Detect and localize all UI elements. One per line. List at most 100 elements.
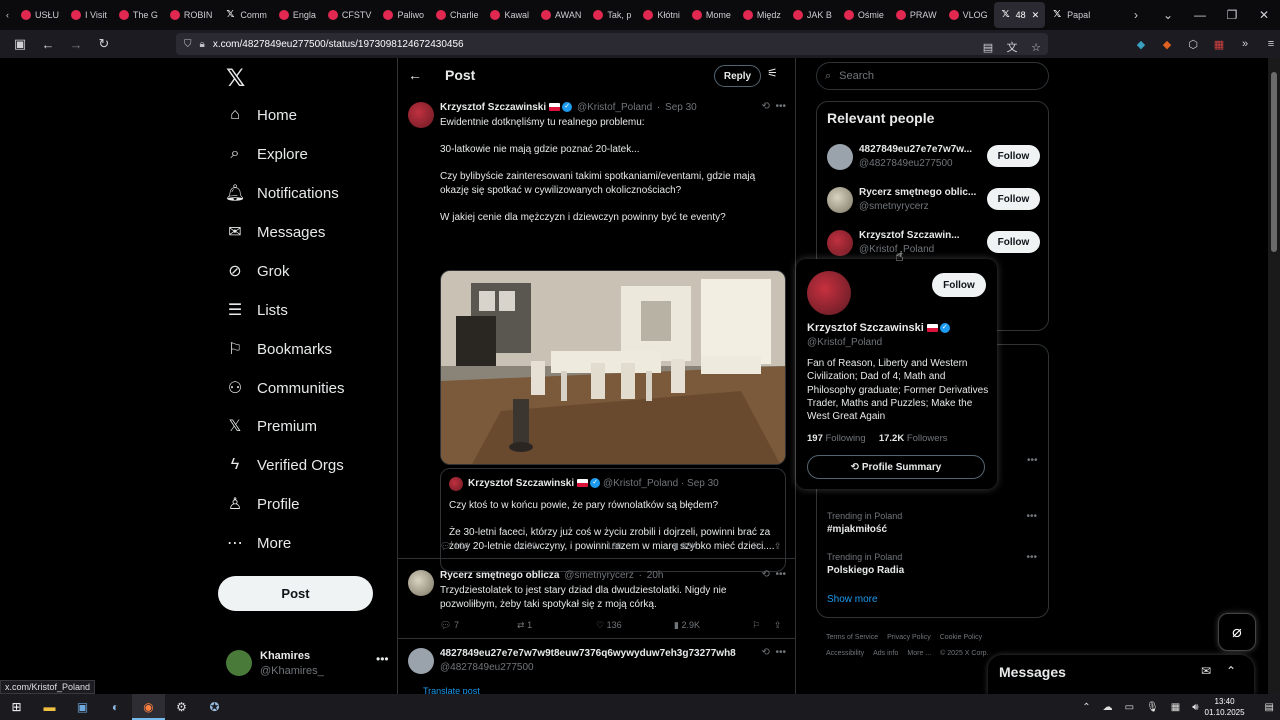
- close-tab-icon[interactable]: ✕: [1032, 10, 1040, 21]
- sidebar-item-communities[interactable]: ⚇ Communities: [224, 373, 345, 403]
- notifications-icon[interactable]: ▤: [1265, 702, 1274, 713]
- share-icon[interactable]: ⇪: [774, 620, 782, 631]
- cloud-icon[interactable]: ☁: [1103, 702, 1113, 713]
- footer-link[interactable]: © 2025 X Corp.: [940, 650, 988, 657]
- monitor-app-icon[interactable]: ▣: [66, 694, 99, 720]
- grok-fab-icon[interactable]: ⌀: [1218, 613, 1256, 651]
- grok-icon[interactable]: ⟲: [762, 101, 770, 112]
- reply-action[interactable]: 💬︎ 104: [440, 541, 469, 552]
- avatar[interactable]: [408, 102, 434, 128]
- browser-tab[interactable]: 𝕏 Comm: [218, 2, 273, 28]
- browser-tab[interactable]: AWAN: [535, 2, 587, 28]
- avatar[interactable]: [827, 187, 853, 213]
- more-dots-icon[interactable]: •••: [775, 101, 786, 112]
- expand-icon[interactable]: ⌃: [1226, 664, 1236, 678]
- browser-tab[interactable]: Paliwo: [377, 2, 430, 28]
- sidebar-item-verified-orgs[interactable]: ϟ Verified Orgs: [224, 450, 344, 480]
- footer-link[interactable]: Cookie Policy: [940, 634, 982, 641]
- tweet-author[interactable]: Krzysztof Szczawinski: [440, 102, 546, 113]
- sidebar-item-profile[interactable]: ♙ Profile: [224, 489, 300, 519]
- relevant-person[interactable]: 4827849eu27e7e7w7w... @4827849eu277500 Fol…: [817, 142, 1048, 182]
- windows-start-icon[interactable]: ⊞: [0, 694, 33, 720]
- reply-action[interactable]: 💬︎ 7: [440, 620, 459, 631]
- browser-tab[interactable]: ROBIN: [164, 2, 219, 28]
- grok-icon[interactable]: ⟲: [762, 569, 770, 580]
- person-name[interactable]: Rycerz smętnego oblic...: [859, 187, 979, 198]
- more-dots-icon[interactable]: •••: [376, 652, 389, 666]
- avatar[interactable]: [827, 144, 853, 170]
- views-action[interactable]: ▮ 88K: [674, 541, 697, 552]
- avatar[interactable]: [408, 570, 434, 596]
- forward-icon[interactable]: →: [64, 37, 88, 52]
- browser-tab[interactable]: CFSTV: [322, 2, 378, 28]
- browser-tab[interactable]: VLOG: [943, 2, 994, 28]
- microphone-icon[interactable]: 🎙︎: [1146, 702, 1159, 713]
- more-dots-icon[interactable]: •••: [1026, 511, 1037, 522]
- extension-shield-icon[interactable]: ◆: [1128, 38, 1154, 51]
- app-icon[interactable]: ✪: [198, 694, 231, 720]
- like-action[interactable]: ♡ 160: [596, 541, 622, 552]
- tweet-date[interactable]: Sep 30: [665, 102, 697, 113]
- extensions-icon[interactable]: ⬡: [1180, 38, 1206, 51]
- search-input[interactable]: Search: [839, 70, 874, 82]
- like-action[interactable]: ♡ 136: [596, 620, 622, 631]
- sidebar-item-bookmarks[interactable]: ⚐ Bookmarks: [224, 334, 332, 364]
- browser-tab[interactable]: PRAW: [890, 2, 943, 28]
- follow-button[interactable]: Follow: [987, 145, 1040, 167]
- tweet-handle[interactable]: @4827849eu277500: [440, 662, 534, 673]
- more-dots-icon[interactable]: •••: [1026, 552, 1037, 563]
- minimize-icon[interactable]: —: [1184, 8, 1216, 22]
- relevant-person[interactable]: Rycerz smętnego oblic... @smetnyrycerz Fol…: [817, 185, 1048, 225]
- trend-item[interactable]: Trending in Poland Polskiego Radia •••: [827, 552, 1037, 576]
- new-message-icon[interactable]: ✉: [1201, 664, 1211, 678]
- sidebar-item-lists[interactable]: ☰ Lists: [224, 295, 288, 325]
- account-switcher[interactable]: Khamires @Khamires_ •••: [226, 646, 389, 686]
- follow-button[interactable]: Follow: [987, 188, 1040, 210]
- footer-link[interactable]: Privacy Policy: [887, 634, 931, 641]
- sidebar-item-more[interactable]: ⋯ More: [224, 528, 291, 558]
- browser-tab[interactable]: 𝕏 Papal: [1045, 2, 1096, 28]
- browser-tab[interactable]: Kawal: [484, 2, 535, 28]
- more-dots-icon[interactable]: •••: [775, 569, 786, 580]
- browser-tab[interactable]: Mome: [686, 2, 737, 28]
- footer-link[interactable]: Ads info: [873, 650, 898, 657]
- person-name[interactable]: Krzysztof Szczawin...: [859, 230, 979, 241]
- sidebar-item-notifications[interactable]: 🔔︎ Notifications: [224, 178, 339, 208]
- footer-link[interactable]: Terms of Service: [826, 634, 878, 641]
- repost-action[interactable]: ⇄ 39: [517, 541, 537, 552]
- hovercard-handle[interactable]: @Kristof_Poland: [807, 337, 882, 348]
- lock-icon[interactable]: 🔒︎: [200, 39, 205, 50]
- browser-tab[interactable]: Tak, p: [587, 2, 637, 28]
- more-dots-icon[interactable]: •••: [775, 647, 786, 658]
- sidebar-item-messages[interactable]: ✉ Messages: [224, 217, 325, 247]
- close-window-icon[interactable]: ✕: [1248, 8, 1280, 22]
- profile-summary-button[interactable]: ⟲ Profile Summary: [807, 455, 985, 479]
- followers-link[interactable]: 17.2K Followers: [879, 433, 948, 444]
- x-logo-icon[interactable]: 𝕏: [226, 64, 245, 93]
- reload-icon[interactable]: ↻: [92, 36, 116, 52]
- footer-link[interactable]: Accessibility: [826, 650, 864, 657]
- sidebar-item-premium[interactable]: 𝕏 Premium: [224, 411, 317, 441]
- browser-tab[interactable]: The G: [113, 2, 164, 28]
- url-bar[interactable]: ⛉ 🔒︎ x.com/4827849eu277500/status/197309…: [176, 33, 1048, 55]
- translate-link[interactable]: Translate post: [423, 686, 480, 694]
- file-explorer-icon[interactable]: ▬: [33, 694, 66, 720]
- menu-icon[interactable]: ≡: [1258, 38, 1280, 50]
- footer-link[interactable]: More ...: [907, 650, 931, 657]
- trend-item[interactable]: Trending in Poland #mjakmiłość •••: [827, 511, 1037, 535]
- scrollbar-thumb[interactable]: [1271, 72, 1277, 252]
- more-dots-icon[interactable]: •••: [1027, 455, 1038, 466]
- browser-tab[interactable]: Międz: [737, 2, 787, 28]
- browser-tab[interactable]: USŁU: [15, 2, 65, 28]
- browser-tab[interactable]: I Visit: [65, 2, 113, 28]
- volume-icon[interactable]: 🔊︎: [1192, 702, 1198, 713]
- browser-tab[interactable]: 𝕏 48 ✕: [993, 2, 1046, 28]
- overflow-icon[interactable]: »: [1232, 38, 1258, 50]
- sidebar-item-explore[interactable]: ⌕ Explore: [224, 139, 308, 169]
- avatar[interactable]: [827, 230, 853, 256]
- sidebar-item-home[interactable]: ⌂ Home: [224, 100, 297, 130]
- tab-list-arrow[interactable]: ‹: [0, 2, 15, 28]
- sidebar-toggle-icon[interactable]: ▣: [8, 36, 32, 52]
- steam-icon[interactable]: ◐: [99, 694, 132, 720]
- messages-dock[interactable]: Messages ✉ ⌃: [988, 655, 1254, 694]
